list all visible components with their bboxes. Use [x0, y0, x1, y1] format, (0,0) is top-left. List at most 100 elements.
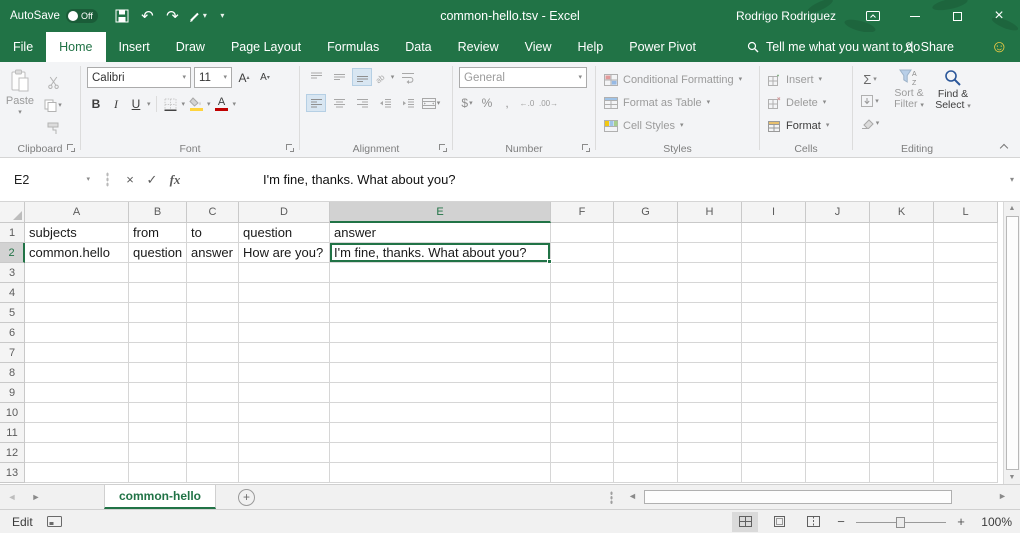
cell-E8[interactable] — [330, 363, 551, 383]
cell-H13[interactable] — [678, 463, 742, 483]
cell-K11[interactable] — [870, 423, 934, 443]
cell-C8[interactable] — [187, 363, 239, 383]
cell-H12[interactable] — [678, 443, 742, 463]
cell-F12[interactable] — [551, 443, 614, 463]
cell-I3[interactable] — [742, 263, 806, 283]
ribbon-tab-formulas[interactable]: Formulas — [314, 32, 392, 62]
user-name[interactable]: Rodrigo Rodriguez — [736, 9, 836, 23]
cell-E3[interactable] — [330, 263, 551, 283]
cell-K6[interactable] — [870, 323, 934, 343]
bottom-align-button[interactable] — [352, 68, 372, 86]
autosum-button[interactable]: Σ▾ — [853, 68, 887, 90]
row-header-5[interactable]: 5 — [0, 303, 25, 323]
cell-L7[interactable] — [934, 343, 998, 363]
increase-decimal-button[interactable]: ←.0 — [519, 94, 535, 112]
cell-K1[interactable] — [870, 223, 934, 243]
cell-C11[interactable] — [187, 423, 239, 443]
save-button[interactable] — [110, 3, 135, 29]
column-header-C[interactable]: C — [187, 202, 239, 223]
pen-mode-button[interactable]: ▾ — [185, 3, 210, 29]
cell-E6[interactable] — [330, 323, 551, 343]
column-header-J[interactable]: J — [806, 202, 870, 223]
cell-G10[interactable] — [614, 403, 678, 423]
cell-E1[interactable]: answer — [330, 223, 551, 243]
page-layout-view-button[interactable] — [766, 512, 792, 532]
cell-J3[interactable] — [806, 263, 870, 283]
cell-G4[interactable] — [614, 283, 678, 303]
maximize-button[interactable] — [936, 0, 978, 32]
cell-E11[interactable] — [330, 423, 551, 443]
cell-J6[interactable] — [806, 323, 870, 343]
cell-J10[interactable] — [806, 403, 870, 423]
middle-align-button[interactable] — [329, 68, 349, 86]
cell-C12[interactable] — [187, 443, 239, 463]
cell-J12[interactable] — [806, 443, 870, 463]
font-color-dropdown-icon[interactable]: ▾ — [233, 101, 237, 108]
zoom-in-button[interactable]: + — [954, 514, 968, 529]
cell-G13[interactable] — [614, 463, 678, 483]
cell-K12[interactable] — [870, 443, 934, 463]
cell-C13[interactable] — [187, 463, 239, 483]
format-cells-button[interactable]: Format ▾ — [760, 114, 852, 137]
cell-F9[interactable] — [551, 383, 614, 403]
cell-D3[interactable] — [239, 263, 330, 283]
cell-H10[interactable] — [678, 403, 742, 423]
cell-B9[interactable] — [129, 383, 187, 403]
cell-D5[interactable] — [239, 303, 330, 323]
cell-C3[interactable] — [187, 263, 239, 283]
scroll-down-icon[interactable]: ▼ — [1009, 471, 1016, 484]
cell-J11[interactable] — [806, 423, 870, 443]
sheet-nav-right-icon[interactable]: ► — [24, 492, 48, 502]
cell-C4[interactable] — [187, 283, 239, 303]
fill-color-dropdown-icon[interactable]: ▾ — [207, 101, 211, 108]
cell-E10[interactable] — [330, 403, 551, 423]
cell-styles-button[interactable]: Cell Styles ▾ — [596, 114, 759, 137]
cell-L1[interactable] — [934, 223, 998, 243]
cell-B1[interactable]: from — [129, 223, 187, 243]
cell-F3[interactable] — [551, 263, 614, 283]
autosave-pill[interactable]: Off — [66, 9, 98, 23]
ribbon-tab-file[interactable]: File — [0, 32, 46, 62]
cell-B5[interactable] — [129, 303, 187, 323]
cell-E7[interactable] — [330, 343, 551, 363]
cell-F4[interactable] — [551, 283, 614, 303]
cell-B7[interactable] — [129, 343, 187, 363]
cell-H3[interactable] — [678, 263, 742, 283]
cell-J5[interactable] — [806, 303, 870, 323]
cell-H5[interactable] — [678, 303, 742, 323]
redo-button[interactable]: ↷ — [160, 3, 185, 29]
cell-C9[interactable] — [187, 383, 239, 403]
cell-B10[interactable] — [129, 403, 187, 423]
formula-bar-handle[interactable] — [106, 172, 109, 187]
normal-view-button[interactable] — [732, 512, 758, 532]
copy-button[interactable]: ▾ — [40, 96, 66, 114]
cell-L3[interactable] — [934, 263, 998, 283]
percent-style-button[interactable]: % — [479, 94, 495, 112]
cell-K5[interactable] — [870, 303, 934, 323]
ribbon-tab-insert[interactable]: Insert — [106, 32, 163, 62]
column-header-K[interactable]: K — [870, 202, 934, 223]
ribbon-tab-review[interactable]: Review — [445, 32, 512, 62]
cell-A4[interactable] — [25, 283, 129, 303]
cell-C6[interactable] — [187, 323, 239, 343]
cell-G6[interactable] — [614, 323, 678, 343]
cell-A7[interactable] — [25, 343, 129, 363]
row-header-11[interactable]: 11 — [0, 423, 25, 443]
accounting-format-button[interactable]: $▾ — [459, 94, 475, 112]
align-left-button[interactable] — [306, 94, 326, 112]
cell-B12[interactable] — [129, 443, 187, 463]
ribbon-tab-help[interactable]: Help — [565, 32, 617, 62]
underline-dropdown-icon[interactable]: ▾ — [147, 101, 151, 108]
borders-dropdown-icon[interactable]: ▾ — [182, 101, 186, 108]
insert-function-button[interactable]: fx — [163, 168, 187, 192]
autosave-toggle[interactable]: AutoSave Off — [10, 9, 98, 23]
cell-B3[interactable] — [129, 263, 187, 283]
share-button[interactable]: Share — [894, 32, 962, 62]
page-break-view-button[interactable] — [800, 512, 826, 532]
font-color-button[interactable]: A — [213, 94, 231, 114]
cut-button[interactable] — [40, 73, 66, 91]
cell-A8[interactable] — [25, 363, 129, 383]
decrease-decimal-button[interactable]: .00→ — [539, 94, 558, 112]
expand-formula-bar-button[interactable]: ▾ — [1010, 175, 1014, 184]
macro-record-button[interactable] — [47, 516, 62, 527]
